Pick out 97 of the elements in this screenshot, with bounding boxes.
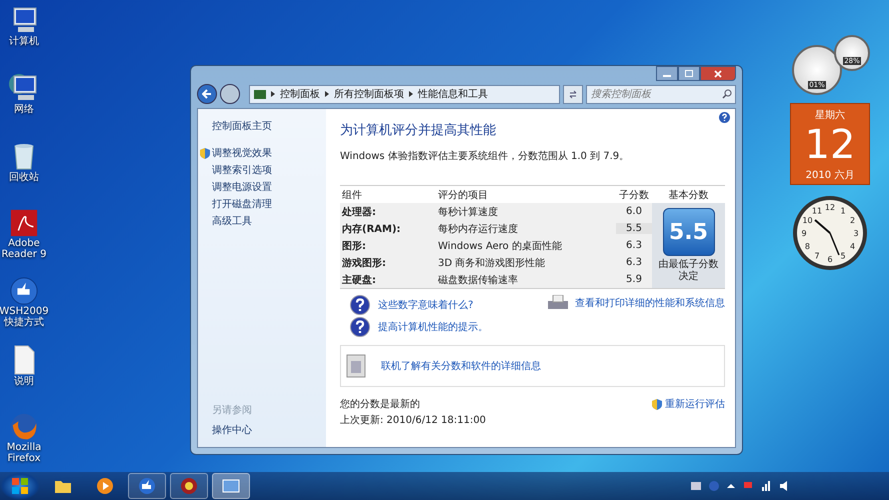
clock-face-drawing[interactable] (793, 196, 867, 270)
maximize-button[interactable] (678, 66, 700, 81)
desktop-icon-label: Adobe Reader 9 (0, 238, 48, 260)
printer-icon (547, 295, 569, 311)
table-cell-text: 5.9 (625, 274, 643, 285)
weekday-text: 星期六 (815, 108, 845, 122)
desktop-icon-label: 网络 (14, 104, 34, 115)
table-cell-text: 6.0 (625, 206, 643, 217)
last-update-text: 上次更新: 2010/6/12 18:11:00 (340, 414, 486, 427)
close-icon (714, 70, 722, 78)
breadcrumb[interactable]: 所有控制面板项 (334, 87, 404, 101)
calendar-gadget[interactable]: 星期六 12 2010 六月 (790, 103, 870, 185)
help-link[interactable]: 这些数字意味着什么? (378, 298, 474, 312)
column-header: 组件 (341, 188, 363, 202)
desktop-icon-label: Mozilla Firefox (6, 442, 42, 464)
table-cell-text: 图形: (341, 240, 367, 252)
clock-numeral: 6 (827, 255, 833, 264)
day-number: 12 (804, 122, 856, 168)
sidebar-link[interactable]: 操作中心 (212, 423, 326, 437)
desktop-icon-label: WSH2009 快捷方式 (0, 306, 49, 328)
pdf-icon[interactable] (8, 208, 40, 238)
refresh-button[interactable] (563, 84, 583, 104)
month-text: 2010 六月 (806, 168, 854, 182)
panel-icon (222, 477, 240, 495)
help-link[interactable]: 提高计算机性能的提示。 (378, 320, 488, 334)
score-badge: 5.5 (662, 208, 714, 256)
sidebar-link[interactable]: 打开磁盘清理 (212, 197, 272, 211)
up-arrow-icon[interactable] (727, 482, 735, 490)
column-header: 评分的项目 (438, 188, 489, 202)
forward-button[interactable] (220, 84, 240, 104)
table-cell-text: 6.3 (625, 257, 643, 268)
taskbar-button[interactable] (170, 473, 208, 499)
table-cell-text: 处理器: (340, 206, 377, 218)
column-header: 子分数 (618, 188, 650, 202)
search-field[interactable]: 搜索控制面板 (586, 84, 736, 104)
table-cell-text: 磁盘数据传输速率 (438, 274, 519, 286)
table-cell-text: 每秒内存运行速度 (438, 222, 519, 236)
table-cell-text: 游戏图形: (341, 256, 387, 270)
breadcrumb[interactable]: 控制面板 (280, 87, 320, 101)
clock-numeral: 5 (840, 252, 846, 261)
breadcrumb-arrow-icon (271, 91, 275, 97)
clock-numeral: 7 (814, 252, 820, 261)
clock-numeral: 8 (804, 242, 810, 251)
shield-icon (652, 398, 662, 410)
clock-numeral: 2 (850, 216, 856, 225)
table-cell-text: 内存(RAM): (341, 222, 402, 236)
media-icon (96, 477, 114, 495)
sidebar-link[interactable]: 调整电源设置 (212, 180, 272, 194)
column-header: 基本分数 (668, 188, 710, 202)
thumb-icon[interactable] (8, 276, 40, 306)
clock-numeral: 9 (801, 229, 807, 238)
game-icon (180, 477, 198, 495)
sidebar-link[interactable]: 高级工具 (212, 214, 252, 228)
sidebar-link[interactable]: 控制面板主页 (212, 119, 272, 133)
clock-numeral: 4 (850, 242, 856, 251)
sidebar-link[interactable]: 调整索引选项 (212, 163, 272, 177)
taskbar-button[interactable] (128, 473, 166, 499)
maximize-icon (685, 70, 693, 77)
table-cell-text: 每秒计算速度 (438, 206, 499, 218)
address-bar[interactable]: 控制面板 所有控制面板项 性能信息和工具 (249, 84, 560, 104)
see-also-heading: 另请参阅 (212, 404, 253, 417)
table-cell-text: 6.3 (625, 240, 643, 251)
breadcrumb[interactable]: 性能信息和工具 (418, 87, 488, 101)
thumb-icon (138, 477, 156, 495)
clock-numeral: 3 (853, 229, 859, 238)
table-cell-text: 3D 商务和游戏图形性能 (438, 256, 546, 270)
clock-numeral: 12 (824, 203, 836, 212)
breadcrumb-arrow-icon (409, 91, 413, 97)
rerun-assessment-link[interactable]: 重新运行评估 (665, 397, 725, 411)
sidebar-link[interactable]: 调整视觉效果 (212, 146, 272, 160)
back-arrow-icon (202, 89, 212, 99)
start-button[interactable] (0, 472, 40, 500)
description-text: Windows 体验指数评估主要系统组件，分数范围从 1.0 到 7.9。 (340, 150, 630, 163)
clock-numeral: 1 (840, 206, 846, 216)
search-icon (722, 88, 732, 98)
close-button[interactable] (700, 66, 736, 81)
table-cell: 5.5 (616, 223, 652, 234)
print-details-link[interactable]: 查看和打印详细的性能和系统信息 (575, 296, 725, 310)
windows-logo-icon (12, 478, 28, 494)
clock-numeral: 10 (802, 216, 813, 225)
base-score-note: 由最低子分数决定 (658, 259, 720, 283)
desktop-icon-label: 回收站 (9, 172, 39, 183)
clock-numeral: 11 (812, 206, 822, 216)
desktop-icon-label: 计算机 (9, 36, 39, 47)
table-cell-text: Windows Aero 的桌面性能 (438, 240, 563, 252)
network-bars-icon[interactable] (761, 481, 771, 491)
page-heading: 为计算机评分并提高其性能 (340, 122, 497, 139)
table-cell-text: 主硬盘: (341, 273, 377, 286)
online-info-link[interactable]: 联机了解有关分数和软件的详细信息 (381, 359, 541, 373)
status-text: 您的分数是最新的 (340, 398, 421, 411)
breadcrumb-arrow-icon (325, 91, 329, 97)
back-button[interactable] (197, 84, 217, 104)
minimize-button[interactable] (656, 66, 678, 81)
software-box-icon (345, 353, 367, 379)
refresh-icon (568, 89, 578, 99)
speaker-icon[interactable] (779, 481, 789, 491)
desktop-icon-label: 说明 (14, 376, 34, 387)
